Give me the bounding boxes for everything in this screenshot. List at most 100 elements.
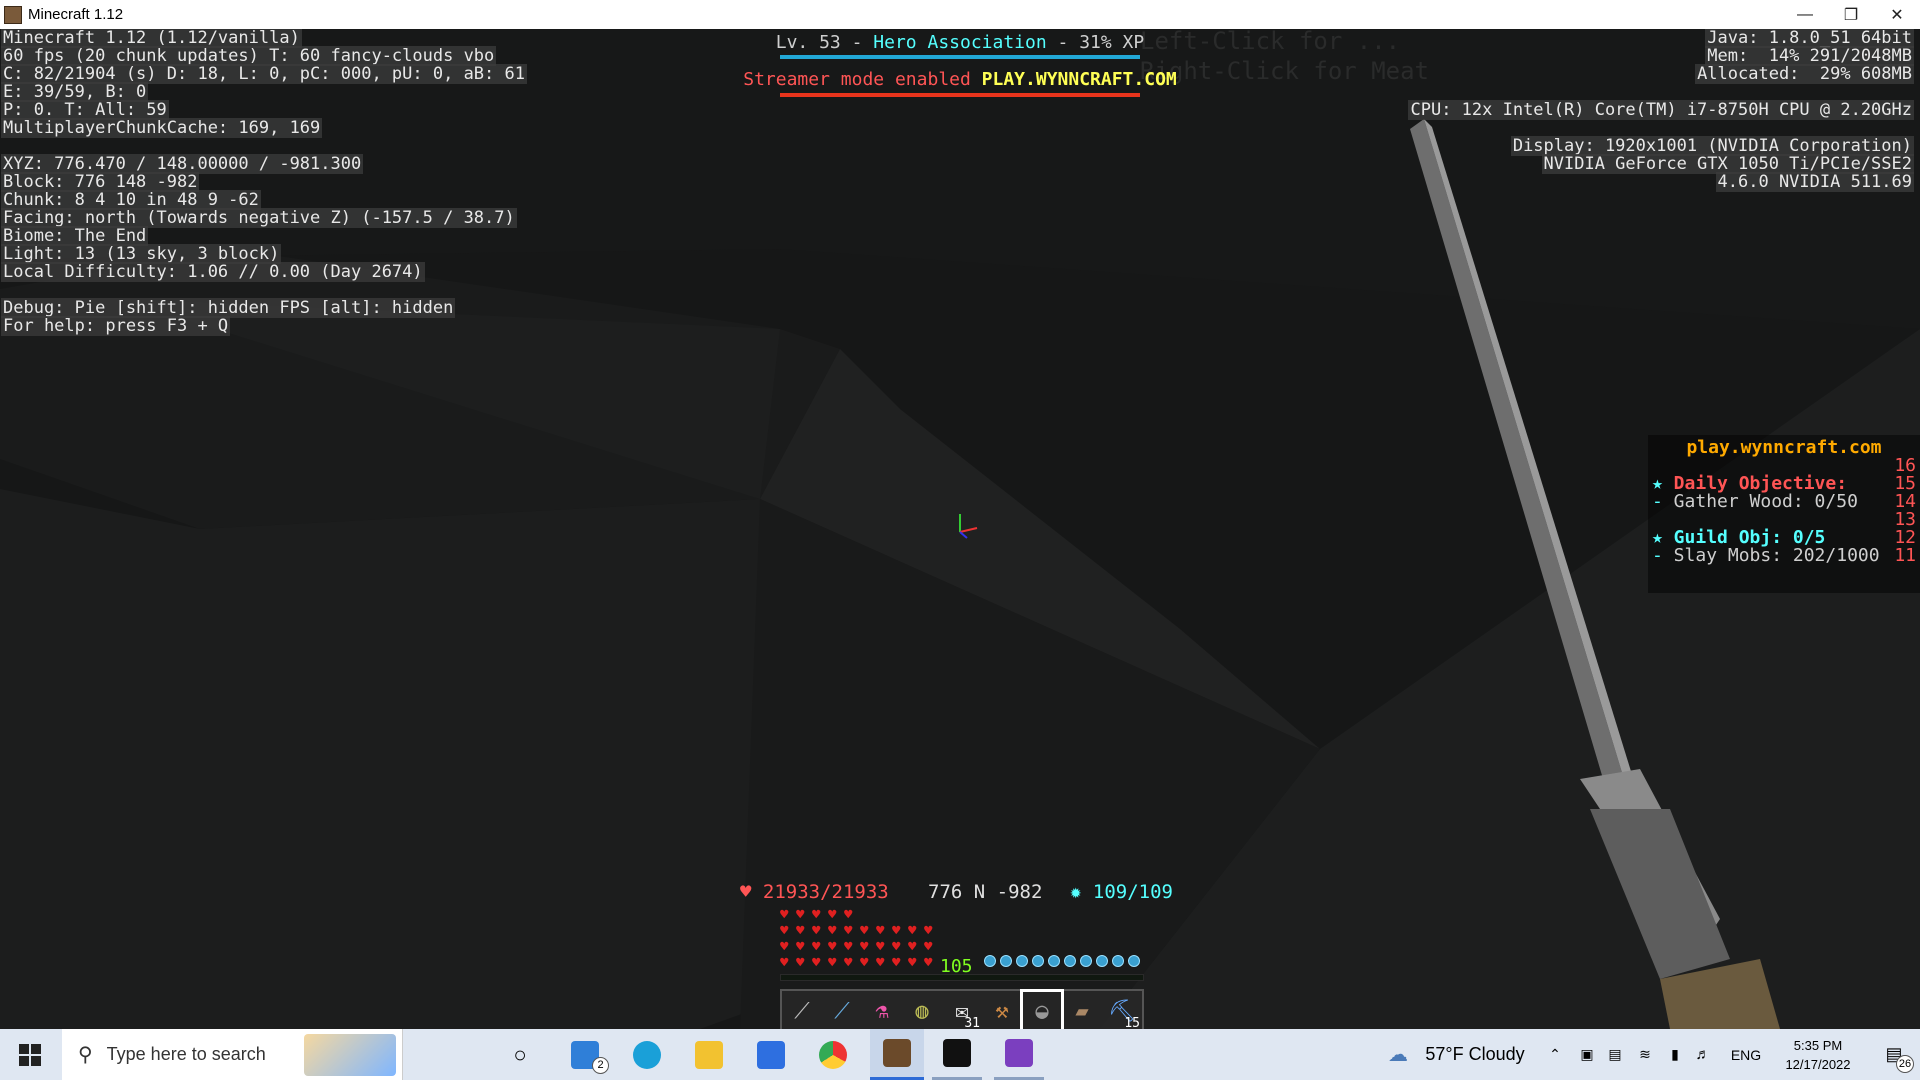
debug-line: Chunk: 8 4 10 in 48 9 -62: [1, 190, 527, 210]
mana-readout: ✹ 109/109: [1070, 881, 1173, 903]
mail-badge: 2: [592, 1057, 609, 1074]
debug-line: P: 0. T: All: 59: [1, 100, 527, 120]
wifi-icon[interactable]: ≋: [1634, 1029, 1656, 1080]
heart-icon: ♥: [828, 955, 837, 971]
debug-line-text: Display: 1920x1001 (NVIDIA Corporation): [1510, 136, 1914, 156]
heart-icon: ♥: [892, 955, 901, 971]
air-bubble-icon: [1128, 955, 1140, 967]
heart-icon: ♥: [796, 955, 805, 971]
debug-line-text: MultiplayerChunkCache: 169, 169: [1, 118, 323, 138]
heart-icon: ♥: [780, 939, 789, 955]
potion-icon[interactable]: ⚗: [864, 993, 900, 1029]
restore-icon[interactable]: ❐: [1828, 0, 1874, 29]
visual-studio-icon[interactable]: [994, 1029, 1044, 1080]
scoreboard-text: Gather Wood: 0/50: [1662, 491, 1858, 512]
emerald-pouch-icon[interactable]: ◍: [904, 993, 940, 1029]
debug-line-text: CPU: 12x Intel(R) Core(TM) i7-8750H CPU …: [1408, 100, 1914, 120]
debug-line: Facing: north (Towards negative Z) (-157…: [1, 208, 527, 228]
debug-line: Biome: The End: [1, 226, 527, 246]
heart-icon: ♥: [812, 907, 821, 923]
debug-line-text: For help: press F3 + Q: [1, 316, 231, 336]
minimize-icon[interactable]: —: [1782, 0, 1828, 29]
minecraft-taskbar-icon[interactable]: [870, 1029, 924, 1080]
terminal-icon[interactable]: [932, 1029, 982, 1080]
store-icon[interactable]: [746, 1029, 796, 1080]
file-explorer-icon[interactable]: [684, 1029, 734, 1080]
guild-name: Hero Association: [873, 32, 1047, 53]
tray-app-icon[interactable]: ▣: [1576, 1029, 1598, 1080]
chrome-icon[interactable]: [808, 1029, 858, 1080]
mail-app-icon[interactable]: 2: [560, 1029, 610, 1080]
scoreboard-row: - Gather Wood: 0/50 14: [1652, 493, 1916, 511]
heart-icon: ♥: [876, 923, 885, 939]
heart-icon: ♥: [844, 907, 853, 923]
heart-icon: ♥: [892, 923, 901, 939]
fishing-rod-icon[interactable]: ⟋: [824, 993, 860, 1029]
clock-time: 5:35 PM: [1793, 1037, 1843, 1053]
heart-icon: ♥: [860, 923, 869, 939]
heart-icon: ♥: [844, 939, 853, 955]
guild-xp-suffix: - 31% XP: [1046, 32, 1145, 53]
game-viewport[interactable]: Minecraft 1.12 (1.12/vanilla) 60 fps (20 …: [0, 29, 1920, 1029]
start-button[interactable]: [0, 1029, 60, 1080]
close-icon[interactable]: ✕: [1874, 0, 1920, 29]
windows-taskbar: ⚲ Type here to search ○ 2 ☁ 57°F Cloudy …: [0, 1029, 1920, 1080]
chevron-up-icon[interactable]: ⌃: [1544, 1029, 1566, 1080]
server-name: PLAY.WYNNCRAFT.COM: [981, 69, 1177, 90]
debug-line-text: XYZ: 776.470 / 148.00000 / -981.300: [1, 154, 364, 174]
debug-line-text: Block: 776 148 -982: [1, 172, 200, 192]
xp-bar: [780, 974, 1144, 981]
scoreboard-score: 11: [1894, 545, 1916, 566]
debug-line-text: Light: 13 (13 sky, 3 block): [1, 244, 282, 264]
guild-xp-bar: [780, 55, 1140, 59]
language-indicator[interactable]: ENG: [1726, 1029, 1766, 1080]
scroll-icon[interactable]: ✉ 31: [944, 993, 980, 1030]
mana-value: 109/109: [1092, 881, 1173, 903]
bow-weapon-icon[interactable]: ⟋: [784, 993, 820, 1029]
volume-icon[interactable]: ♬: [1692, 1029, 1714, 1080]
debug-line-text: 4.6.0 NVIDIA 511.69: [1715, 172, 1914, 192]
clock[interactable]: 5:35 PM 12/17/2022: [1770, 1029, 1866, 1080]
weather-text[interactable]: 57°F Cloudy: [1420, 1029, 1530, 1080]
task-view-icon[interactable]: ○: [498, 1029, 542, 1080]
mana-star-icon: ✹: [1070, 881, 1082, 903]
dash-icon: -: [1652, 491, 1663, 512]
cauldron-icon[interactable]: ◒: [1020, 989, 1064, 1029]
heart-icon: ♥: [924, 939, 933, 955]
air-bubble-icon: [1032, 955, 1044, 967]
heart-icon: ♥: [740, 881, 752, 903]
book-icon[interactable]: ▰: [1064, 993, 1100, 1029]
battery-icon[interactable]: ▮: [1664, 1029, 1686, 1080]
pickaxe-icon[interactable]: ⛏ 15: [1104, 993, 1140, 1030]
heart-icon: ♥: [828, 907, 837, 923]
health-value: 21933/21933: [762, 881, 889, 903]
heart-icon: ♥: [908, 923, 917, 939]
debug-line-text: Local Difficulty: 1.06 // 0.00 (Day 2674…: [1, 262, 425, 282]
scoreboard-text: Slay Mobs: 202/1000: [1662, 545, 1880, 566]
hotbar[interactable]: ⟋ ⟋ ⚗ ◍ ✉ 31 ⚒ ◒ ▰ ⛏ 15: [780, 989, 1144, 1029]
edge-browser-icon[interactable]: [622, 1029, 672, 1080]
air-bubble-icon: [1016, 955, 1028, 967]
heart-icon: ♥: [796, 939, 805, 955]
debug-line: Local Difficulty: 1.06 // 0.00 (Day 2674…: [1, 262, 527, 282]
tray-monitor-icon[interactable]: ▤: [1604, 1029, 1626, 1080]
debug-line: MultiplayerChunkCache: 169, 169: [1, 118, 527, 138]
health-readout: ♥ 21933/21933: [740, 881, 889, 903]
search-icon: ⚲: [78, 1044, 93, 1066]
air-bubble-icon: [1080, 955, 1092, 967]
heart-icon: ♥: [780, 907, 789, 923]
coords-readout: 776 N -982: [928, 881, 1043, 903]
guild-bossbar: Lv. 53 - Hero Association - 31% XP: [0, 32, 1920, 53]
heart-icon: ♥: [796, 907, 805, 923]
taskbar-search-box[interactable]: ⚲ Type here to search: [62, 1029, 403, 1080]
debug-line: [1, 281, 527, 299]
heart-icon: ♥: [828, 939, 837, 955]
debug-line-text: P: 0. T: All: 59: [1, 100, 169, 120]
notification-icon[interactable]: ▤ 26: [1874, 1029, 1914, 1080]
scoreboard-row: - Slay Mobs: 202/1000 11: [1652, 547, 1916, 565]
axe-icon[interactable]: ⚒: [984, 993, 1020, 1029]
heart-icon: ♥: [876, 955, 885, 971]
streamer-bossbar: Streamer mode enabled PLAY.WYNNCRAFT.COM: [0, 69, 1920, 90]
heart-icon: ♥: [780, 923, 789, 939]
streamer-text: Streamer mode enabled: [743, 69, 982, 90]
